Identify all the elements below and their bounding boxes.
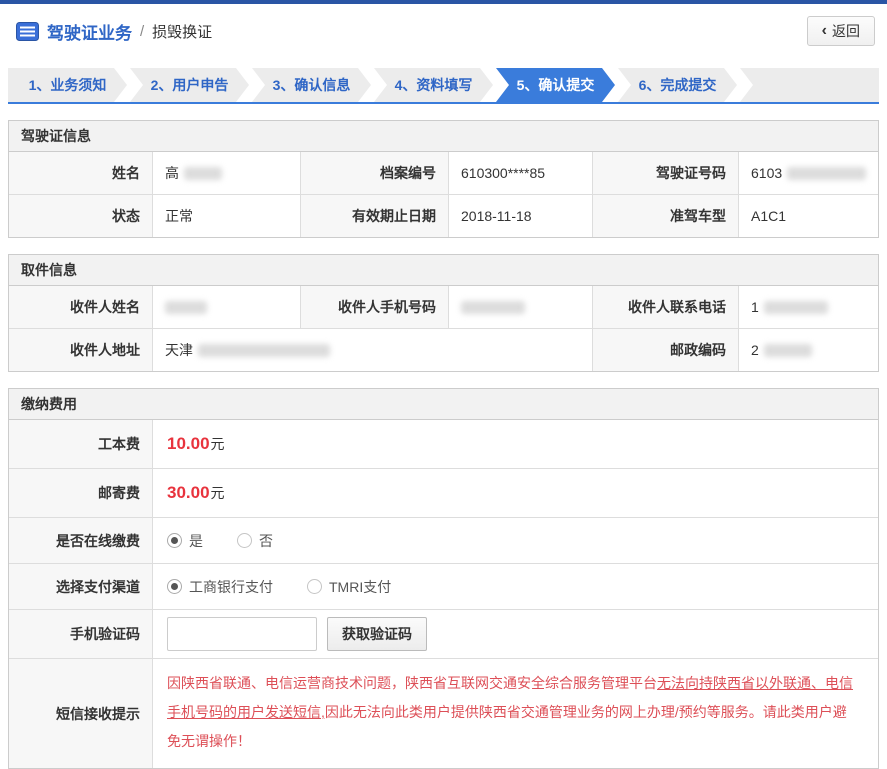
- postcode-value: 2: [739, 329, 878, 371]
- work-fee-row: 工本费 10.00 元: [9, 420, 878, 468]
- name-value: 高: [153, 152, 301, 194]
- postage-fee-amount: 30.00: [167, 483, 210, 502]
- radio-checked-icon[interactable]: [167, 533, 182, 548]
- table-row: 收件人地址 天津 邮政编码 2: [9, 328, 878, 371]
- recipient-address-value: 天津: [153, 329, 593, 371]
- step-1-business-notice: 1、业务须知: [8, 68, 127, 102]
- license-number-value: 6103: [739, 152, 878, 194]
- radio-checked-icon[interactable]: [167, 579, 182, 594]
- license-number-label: 驾驶证号码: [593, 152, 739, 194]
- pickup-info-section: 取件信息 收件人姓名 收件人手机号码 收件人联系电话 1 收件人地址 天津 邮政…: [8, 254, 879, 372]
- online-pay-options: 是 否: [153, 518, 878, 563]
- table-row: 状态 正常 有效期止日期 2018-11-18 准驾车型 A1C1: [9, 194, 878, 237]
- expiry-date-label: 有效期止日期: [301, 195, 449, 237]
- recipient-name-label: 收件人姓名: [9, 286, 153, 328]
- work-fee-amount: 10.00: [167, 434, 210, 453]
- back-button-label: 返回: [832, 23, 860, 39]
- online-pay-yes-label: 是: [189, 532, 203, 549]
- breadcrumb-separator: /: [140, 22, 145, 40]
- license-info-section: 驾驶证信息 姓名 高 档案编号 610300****85 驾驶证号码 6103 …: [8, 120, 879, 238]
- table-row: 收件人姓名 收件人手机号码 收件人联系电话 1: [9, 286, 878, 328]
- online-pay-no-option[interactable]: 否: [237, 531, 273, 551]
- recipient-address-label: 收件人地址: [9, 329, 153, 371]
- page-title: 驾驶证业务: [47, 23, 132, 43]
- redacted-recipient-phone: [763, 300, 828, 314]
- sms-code-input[interactable]: [167, 617, 317, 651]
- online-pay-yes-option[interactable]: 是: [167, 531, 203, 551]
- payment-channel-options: 工商银行支付 TMRI支付: [153, 564, 878, 609]
- payment-section: 缴纳费用 工本费 10.00 元 邮寄费 30.00 元 是否在线缴费 是 否 …: [8, 388, 879, 769]
- vehicle-class-value: A1C1: [739, 195, 878, 237]
- recipient-name-value: [153, 286, 301, 328]
- step-5-confirm-submit-active: 5、确认提交: [496, 68, 615, 102]
- table-row: 姓名 高 档案编号 610300****85 驾驶证号码 6103: [9, 152, 878, 194]
- status-value: 正常: [153, 195, 301, 237]
- payment-channel-label: 选择支付渠道: [9, 564, 153, 609]
- license-info-title: 驾驶证信息: [9, 121, 878, 152]
- sms-code-row: 手机验证码 获取验证码: [9, 609, 878, 658]
- status-label: 状态: [9, 195, 153, 237]
- radio-unchecked-icon[interactable]: [237, 533, 252, 548]
- payment-title: 缴纳费用: [9, 389, 878, 420]
- step-6-finish-submit: 6、完成提交: [618, 68, 737, 102]
- postcode-label: 邮政编码: [593, 329, 739, 371]
- radio-unchecked-icon[interactable]: [307, 579, 322, 594]
- work-fee-value: 10.00 元: [153, 420, 878, 468]
- vehicle-class-label: 准驾车型: [593, 195, 739, 237]
- work-fee-unit: 元: [210, 436, 225, 452]
- sms-code-label: 手机验证码: [9, 610, 153, 658]
- page-header: 驾驶证业务 / 损毁换证 ‹ 返回: [0, 4, 887, 58]
- chevron-left-icon: ‹: [821, 22, 827, 39]
- online-pay-row: 是否在线缴费 是 否: [9, 517, 878, 563]
- postage-fee-value: 30.00 元: [153, 469, 878, 517]
- step-3-confirm-info: 3、确认信息: [252, 68, 371, 102]
- sms-notice-row: 短信接收提示 因陕西省联通、电信运营商技术问题，陕西省互联网交通安全综合服务管理…: [9, 658, 878, 768]
- icbc-pay-option[interactable]: 工商银行支付: [167, 577, 273, 597]
- steps-filler: [740, 68, 879, 102]
- redacted-recipient-address: [198, 343, 330, 357]
- recipient-mobile-label: 收件人手机号码: [301, 286, 449, 328]
- step-4-fill-materials: 4、资料填写: [374, 68, 493, 102]
- tmri-pay-option[interactable]: TMRI支付: [307, 577, 391, 597]
- online-pay-label: 是否在线缴费: [9, 518, 153, 563]
- sms-notice-text: 因陕西省联通、电信运营商技术问题，陕西省互联网交通安全综合服务管理平台无法向持陕…: [153, 659, 878, 768]
- pickup-info-title: 取件信息: [9, 255, 878, 286]
- recipient-phone-value: 1: [739, 286, 878, 328]
- redacted-name: [184, 166, 222, 180]
- recipient-phone-label: 收件人联系电话: [593, 286, 739, 328]
- work-fee-label: 工本费: [9, 420, 153, 468]
- page-subtitle: 损毁换证: [152, 23, 213, 41]
- redacted-license-number: [787, 166, 866, 180]
- back-button[interactable]: ‹ 返回: [806, 16, 875, 46]
- sms-notice-label: 短信接收提示: [9, 659, 153, 768]
- postage-fee-row: 邮寄费 30.00 元: [9, 468, 878, 517]
- recipient-mobile-value: [449, 286, 593, 328]
- wizard-steps: 1、业务须知 2、用户申告 3、确认信息 4、资料填写 5、确认提交 6、完成提…: [8, 68, 879, 104]
- online-pay-no-label: 否: [259, 532, 273, 549]
- file-number-value: 610300****85: [449, 152, 593, 194]
- postage-fee-unit: 元: [210, 485, 225, 501]
- name-label: 姓名: [9, 152, 153, 194]
- redacted-recipient-name: [165, 300, 207, 314]
- breadcrumb: 驾驶证业务 / 损毁换证: [16, 19, 212, 44]
- icbc-pay-label: 工商银行支付: [189, 578, 273, 595]
- payment-channel-row: 选择支付渠道 工商银行支付 TMRI支付: [9, 563, 878, 609]
- notice-text-start: 因陕西省联通、电信运营商技术问题，陕西省互联网交通安全综合服务管理平台: [167, 675, 657, 691]
- get-code-button[interactable]: 获取验证码: [327, 617, 427, 651]
- redacted-recipient-mobile: [461, 300, 525, 314]
- sms-code-controls: 获取验证码: [153, 610, 878, 658]
- list-icon: [16, 21, 39, 41]
- redacted-postcode: [763, 343, 812, 357]
- expiry-date-value: 2018-11-18: [449, 195, 593, 237]
- postage-fee-label: 邮寄费: [9, 469, 153, 517]
- file-number-label: 档案编号: [301, 152, 449, 194]
- tmri-pay-label: TMRI支付: [329, 578, 392, 595]
- step-2-user-declaration: 2、用户申告: [130, 68, 249, 102]
